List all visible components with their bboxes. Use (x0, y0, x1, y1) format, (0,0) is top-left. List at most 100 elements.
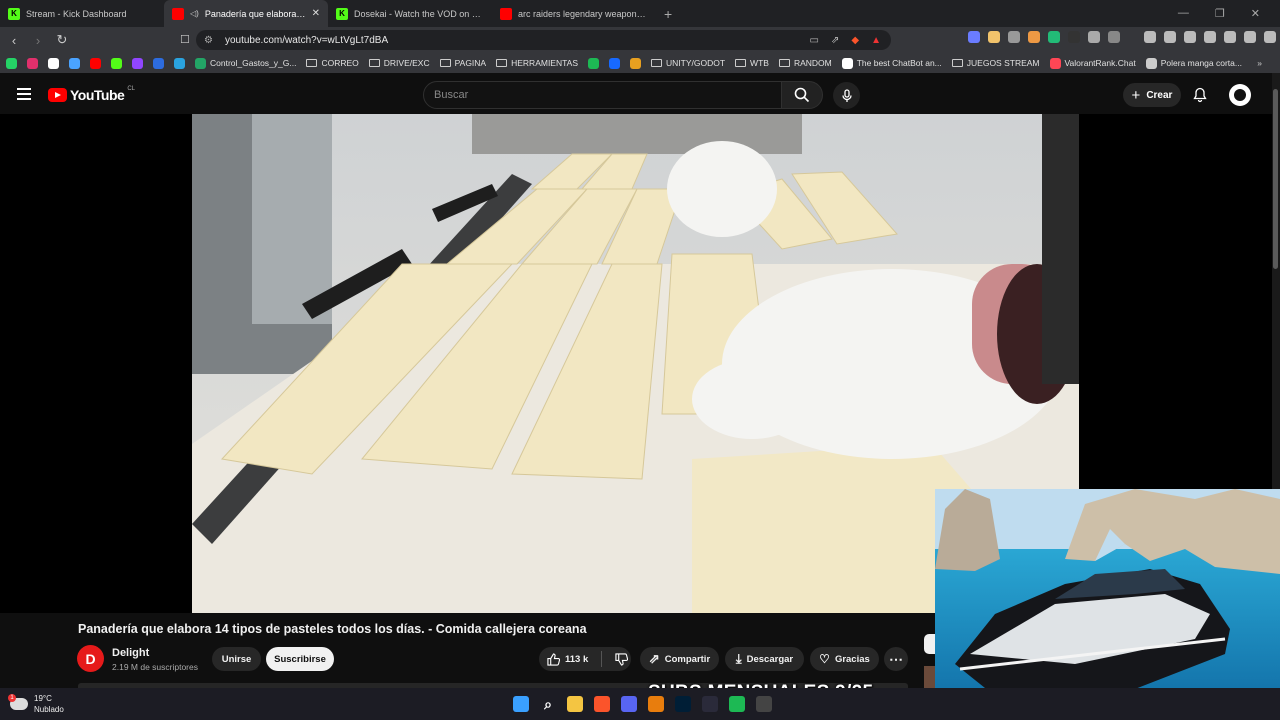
channel-avatar[interactable] (77, 645, 104, 672)
bookmark-shortcut[interactable] (609, 57, 621, 69)
more-bookmarks-icon[interactable]: » (1257, 58, 1280, 68)
scrollbar-thumb[interactable] (1273, 89, 1278, 269)
bookmark-shortcut[interactable] (90, 57, 101, 69)
puzzle-icon[interactable] (1088, 31, 1100, 43)
youtube-logo[interactable]: YouTube CL (48, 86, 135, 103)
vpn-icon[interactable] (1244, 31, 1256, 43)
create-button[interactable]: + Crear (1123, 83, 1181, 107)
close-icon[interactable]: ✕ (312, 8, 320, 19)
bookmark-item[interactable]: WTB (735, 58, 769, 68)
extension-icon[interactable] (1008, 31, 1020, 43)
bookmark-item[interactable]: The best ChatBot an... (841, 57, 942, 69)
reload-icon[interactable]: ↻ (52, 32, 72, 48)
tab-youtube-video[interactable]: ◁) Panadería que elabora 14 tipos ✕ (164, 0, 328, 27)
spotify-icon[interactable] (729, 696, 745, 712)
address-bar[interactable]: ⚙ youtube.com/watch?v=wLtVgLt7dBA ▭ ⇗ ◆ … (196, 30, 891, 50)
brave-shields-icon[interactable]: ◆ (851, 35, 859, 46)
share-icon[interactable]: ⇗ (831, 35, 839, 46)
tab-title: arc raiders legendary weapon - YouT (518, 8, 648, 19)
bookmark-item[interactable]: JUEGOS STREAM (951, 58, 1040, 68)
download-button[interactable]: ⤓ Descargar (725, 647, 804, 671)
bookmark-shortcut[interactable] (153, 57, 164, 69)
subscribe-button[interactable]: Suscribirse (266, 647, 334, 671)
more-icon: ⋯ (889, 650, 903, 667)
bookmark-item[interactable]: PAGINA (439, 58, 486, 68)
bookmark-item[interactable]: CORREO (306, 58, 359, 68)
file-explorer-icon[interactable] (567, 696, 583, 712)
bookmark-shortcut[interactable] (69, 57, 80, 69)
discord-icon[interactable] (621, 696, 637, 712)
bookmark-shortcut[interactable] (630, 57, 642, 69)
extension-icon[interactable] (1068, 31, 1080, 43)
bookmark-shortcut[interactable] (588, 57, 600, 69)
bookmark-item[interactable]: UNITY/GODOT (651, 58, 725, 68)
weather-widget[interactable]: 1 19°C Nublado (8, 693, 64, 715)
extension-icon[interactable] (968, 31, 980, 43)
media-icon[interactable] (1164, 31, 1176, 43)
bookmark-item[interactable]: Control_Gastos_y_G... (195, 57, 296, 69)
thumbs-down-icon[interactable] (615, 652, 629, 666)
folder-icon (735, 59, 747, 67)
extension-icon[interactable] (1108, 31, 1120, 43)
bookmark-shortcut[interactable] (6, 57, 17, 69)
more-actions-button[interactable]: ⋯ (884, 647, 908, 671)
bookmark-icon[interactable]: ☐ (180, 33, 190, 46)
bookmarks-bar: Control_Gastos_y_G... CORREO DRIVE/EXC PAGI… (0, 53, 1280, 73)
menu-icon[interactable] (17, 88, 31, 100)
cast-icon[interactable]: ▭ (810, 35, 819, 46)
plus-icon: + (1131, 86, 1141, 104)
channel-name[interactable]: Delight (112, 647, 149, 659)
like-button[interactable]: 113 k (547, 652, 588, 666)
windows-start-icon[interactable] (513, 696, 529, 712)
voice-search-button[interactable] (833, 82, 860, 109)
leo-ai-icon[interactable] (1224, 31, 1236, 43)
tab-kick-dashboard[interactable]: K Stream - Kick Dashboard (0, 0, 164, 27)
close-window-icon[interactable]: ✕ (1251, 7, 1260, 20)
bookmark-item[interactable]: Polera manga corta... (1145, 57, 1242, 69)
site-info-icon[interactable]: ⚙ (204, 35, 213, 46)
sidebar-icon[interactable] (1184, 31, 1196, 43)
bookmark-shortcut[interactable] (48, 57, 59, 69)
bookmark-shortcut[interactable] (174, 57, 185, 69)
bookmark-shortcut[interactable] (111, 57, 122, 69)
new-tab-icon[interactable]: + (656, 6, 680, 22)
blender-icon[interactable] (648, 696, 664, 712)
bookmark-item[interactable]: DRIVE/EXC (368, 58, 430, 68)
account-avatar[interactable] (1229, 84, 1251, 106)
bookmark-item[interactable]: HERRAMIENTAS (496, 58, 578, 68)
search-icon[interactable]: ⌕ (540, 696, 556, 712)
wallet-icon[interactable] (1204, 31, 1216, 43)
app-icon[interactable] (702, 696, 718, 712)
join-button[interactable]: Unirse (212, 647, 261, 671)
app-icon[interactable] (756, 696, 772, 712)
tab-kick-vod[interactable]: K Dosekai - Watch the VOD on Kick (328, 0, 492, 27)
restore-icon[interactable]: ❐ (1215, 7, 1225, 20)
bookmark-item[interactable]: RANDOM (778, 58, 832, 68)
sidebar-thumbnail[interactable] (924, 666, 935, 688)
menu-icon[interactable] (1264, 31, 1276, 43)
thanks-button[interactable]: ♡ Gracias (810, 647, 879, 671)
browser-tab-bar: K Stream - Kick Dashboard ◁) Panadería q… (0, 0, 1280, 27)
search-button[interactable] (781, 81, 823, 109)
share-button[interactable]: ⇗ Compartir (640, 647, 719, 671)
brave-rewards-icon[interactable]: ▲ (871, 35, 881, 46)
bookmark-shortcut[interactable] (27, 57, 38, 69)
bookmark-label: ValorantRank.Chat (1064, 58, 1136, 68)
bookmark-item[interactable]: ValorantRank.Chat (1049, 57, 1136, 69)
speaker-icon[interactable]: ◁) (190, 9, 199, 18)
download-icon[interactable] (1144, 31, 1156, 43)
search-input[interactable]: Buscar (423, 81, 782, 109)
sidebar-chip[interactable] (924, 634, 935, 654)
back-icon[interactable]: ‹ (4, 33, 24, 48)
minimize-icon[interactable]: — (1178, 7, 1189, 20)
bookmark-shortcut[interactable] (132, 57, 143, 69)
youtube-wordmark: YouTube (70, 87, 125, 103)
extension-icon[interactable] (988, 31, 1000, 43)
tab-youtube-search[interactable]: arc raiders legendary weapon - YouT (492, 0, 656, 27)
extension-icon[interactable] (1048, 31, 1060, 43)
notifications-bell-icon[interactable] (1192, 87, 1208, 103)
forward-icon[interactable]: › (28, 33, 48, 48)
photoshop-icon[interactable] (675, 696, 691, 712)
brave-browser-icon[interactable] (594, 696, 610, 712)
extension-icon[interactable] (1028, 31, 1040, 43)
